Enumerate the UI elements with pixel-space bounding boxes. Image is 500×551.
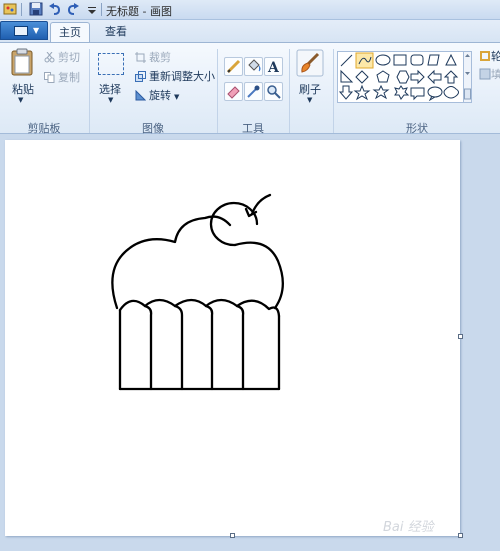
paste-icon[interactable] — [11, 48, 33, 76]
shapes-gallery — [337, 51, 465, 103]
copy-icon — [44, 72, 55, 83]
resize-button[interactable]: 重新调整大小 — [135, 68, 215, 84]
rotate-icon — [135, 90, 146, 101]
drawing-canvas[interactable] — [5, 140, 460, 536]
select-dropdown-icon[interactable]: ▼ — [108, 96, 113, 104]
group-divider — [289, 49, 290, 133]
watermark: Bai 经验 — [383, 520, 434, 535]
file-menu-icon — [14, 26, 28, 36]
title-bar: 无标题 - 画图 — [0, 0, 500, 20]
resize-label: 重新调整大小 — [149, 70, 215, 83]
window-title: 无标题 - 画图 — [106, 5, 172, 18]
tab-home[interactable]: 主页 — [50, 22, 90, 42]
magnifier-icon[interactable] — [264, 82, 283, 101]
copy-button[interactable]: 复制 — [44, 69, 80, 85]
copy-label: 复制 — [58, 71, 80, 84]
color-picker-icon[interactable] — [244, 82, 263, 101]
rotate-dropdown-icon[interactable]: ▼ — [174, 93, 179, 101]
title-separator — [21, 3, 22, 16]
rotate-button[interactable]: 旋转 ▼ — [135, 87, 179, 103]
title-separator — [101, 3, 102, 16]
eraser-icon[interactable] — [224, 82, 243, 101]
crop-button[interactable]: 裁剪 — [135, 49, 171, 65]
fill-shape-button[interactable]: 填 — [491, 66, 500, 82]
canvas-resize-handle-bottom[interactable] — [230, 533, 235, 538]
tab-view[interactable]: 查看 — [96, 22, 136, 42]
canvas-resize-handle-corner[interactable] — [458, 533, 463, 538]
outline-button[interactable]: 轮 — [491, 48, 500, 64]
ribbon-tab-row: ▼ 主页 查看 — [0, 20, 500, 42]
cupcake-drawing — [111, 193, 284, 391]
resize-icon — [135, 71, 146, 82]
select-icon[interactable] — [98, 53, 124, 75]
canvas-resize-handle-right[interactable] — [458, 334, 463, 339]
paint-app-icon[interactable] — [3, 2, 17, 16]
brushes-button[interactable]: 刷子 — [299, 81, 321, 97]
brushes-dropdown-icon[interactable]: ▼ — [307, 96, 312, 104]
paste-dropdown-icon[interactable]: ▼ — [18, 96, 23, 104]
pencil-icon[interactable] — [224, 57, 243, 76]
crop-icon — [135, 52, 146, 63]
customize-dropdown-icon[interactable] — [85, 2, 99, 16]
scissors-icon — [44, 52, 55, 63]
cut-button[interactable]: 剪切 — [44, 49, 80, 65]
select-button[interactable]: 选择 — [99, 81, 121, 97]
rotate-label: 旋转 — [149, 89, 171, 102]
chevron-down-icon: ▼ — [33, 26, 40, 35]
brush-icon[interactable] — [296, 49, 324, 77]
shapes-grid — [338, 52, 459, 102]
text-icon[interactable]: A — [264, 57, 283, 76]
svg-text:A: A — [267, 60, 280, 75]
redo-icon[interactable] — [66, 2, 80, 16]
ribbon: 粘贴 ▼ 剪切 复制 剪贴板 选择 ▼ 裁剪 重新调整大小 旋转 ▼ 图像 A 工… — [0, 42, 500, 135]
shapes-scrollbar[interactable] — [463, 51, 472, 103]
crop-label: 裁剪 — [149, 51, 171, 64]
cut-label: 剪切 — [58, 51, 80, 64]
undo-icon[interactable] — [48, 2, 62, 16]
paste-button[interactable]: 粘贴 — [12, 81, 34, 97]
fill-shape-icon[interactable] — [479, 68, 491, 80]
fill-icon[interactable] — [244, 57, 263, 76]
file-menu-button[interactable]: ▼ — [0, 21, 48, 40]
outline-icon[interactable] — [479, 50, 491, 62]
save-icon[interactable] — [29, 2, 43, 16]
